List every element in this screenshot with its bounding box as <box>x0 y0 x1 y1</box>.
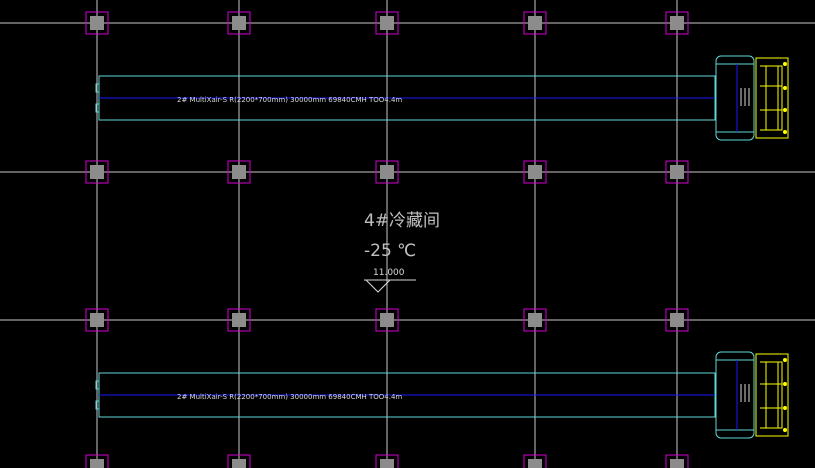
column-core <box>232 459 246 468</box>
column-core <box>380 165 394 179</box>
column-core <box>380 16 394 30</box>
room-name: 4#冷藏间 <box>364 211 440 231</box>
column-core <box>528 165 542 179</box>
column-core <box>528 313 542 327</box>
column-core <box>380 313 394 327</box>
column-core <box>670 459 684 468</box>
unit-detail-dot <box>783 358 787 362</box>
unit-detail-dot <box>783 86 787 90</box>
column-core <box>232 165 246 179</box>
column-core <box>380 459 394 468</box>
elevation-value: 11.000 <box>373 268 405 278</box>
unit-detail-dot <box>783 406 787 410</box>
drawing-background <box>0 0 815 468</box>
column-core <box>232 16 246 30</box>
unit-detail-dot <box>783 130 787 134</box>
unit-detail-dot <box>783 108 787 112</box>
column-core <box>670 165 684 179</box>
room-temperature: -25 ℃ <box>364 241 416 261</box>
column-core <box>90 459 104 468</box>
column-core <box>90 16 104 30</box>
column-core <box>528 16 542 30</box>
column-core <box>528 459 542 468</box>
duct-label: 2# MultiXair-S R(2200*700mm) 30000mm 698… <box>177 393 402 401</box>
column-core <box>670 16 684 30</box>
column-core <box>90 313 104 327</box>
column-core <box>232 313 246 327</box>
unit-detail-dot <box>783 428 787 432</box>
duct-label: 2# MultiXair-S R(2200*700mm) 30000mm 698… <box>177 96 402 104</box>
unit-detail-dot <box>783 382 787 386</box>
column-core <box>670 313 684 327</box>
column-core <box>90 165 104 179</box>
cad-drawing-canvas[interactable]: 2# MultiXair-S R(2200*700mm) 30000mm 698… <box>0 0 815 468</box>
unit-detail-dot <box>783 62 787 66</box>
